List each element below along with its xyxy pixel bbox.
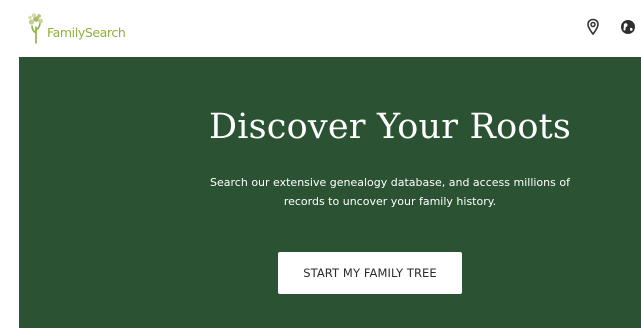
- site-header: FamilySearch: [0, 0, 641, 56]
- family-tree-logo-icon: [28, 13, 43, 44]
- header-icon-group: [585, 18, 635, 36]
- logo-text: FamilySearch: [47, 24, 126, 40]
- hero-title: Discover Your Roots: [208, 107, 572, 147]
- start-family-tree-button[interactable]: START MY FAMILY TREE: [278, 252, 462, 294]
- location-pin-icon[interactable]: [585, 18, 601, 36]
- page: FamilySearch Discover Your Roots Search …: [0, 0, 641, 328]
- hero-description: Search our extensive genealogy database,…: [210, 176, 570, 208]
- globe-icon[interactable]: [619, 18, 635, 36]
- hero-banner: Discover Your Roots Search our extensive…: [19, 57, 641, 328]
- familysearch-logo[interactable]: FamilySearch: [26, 11, 126, 45]
